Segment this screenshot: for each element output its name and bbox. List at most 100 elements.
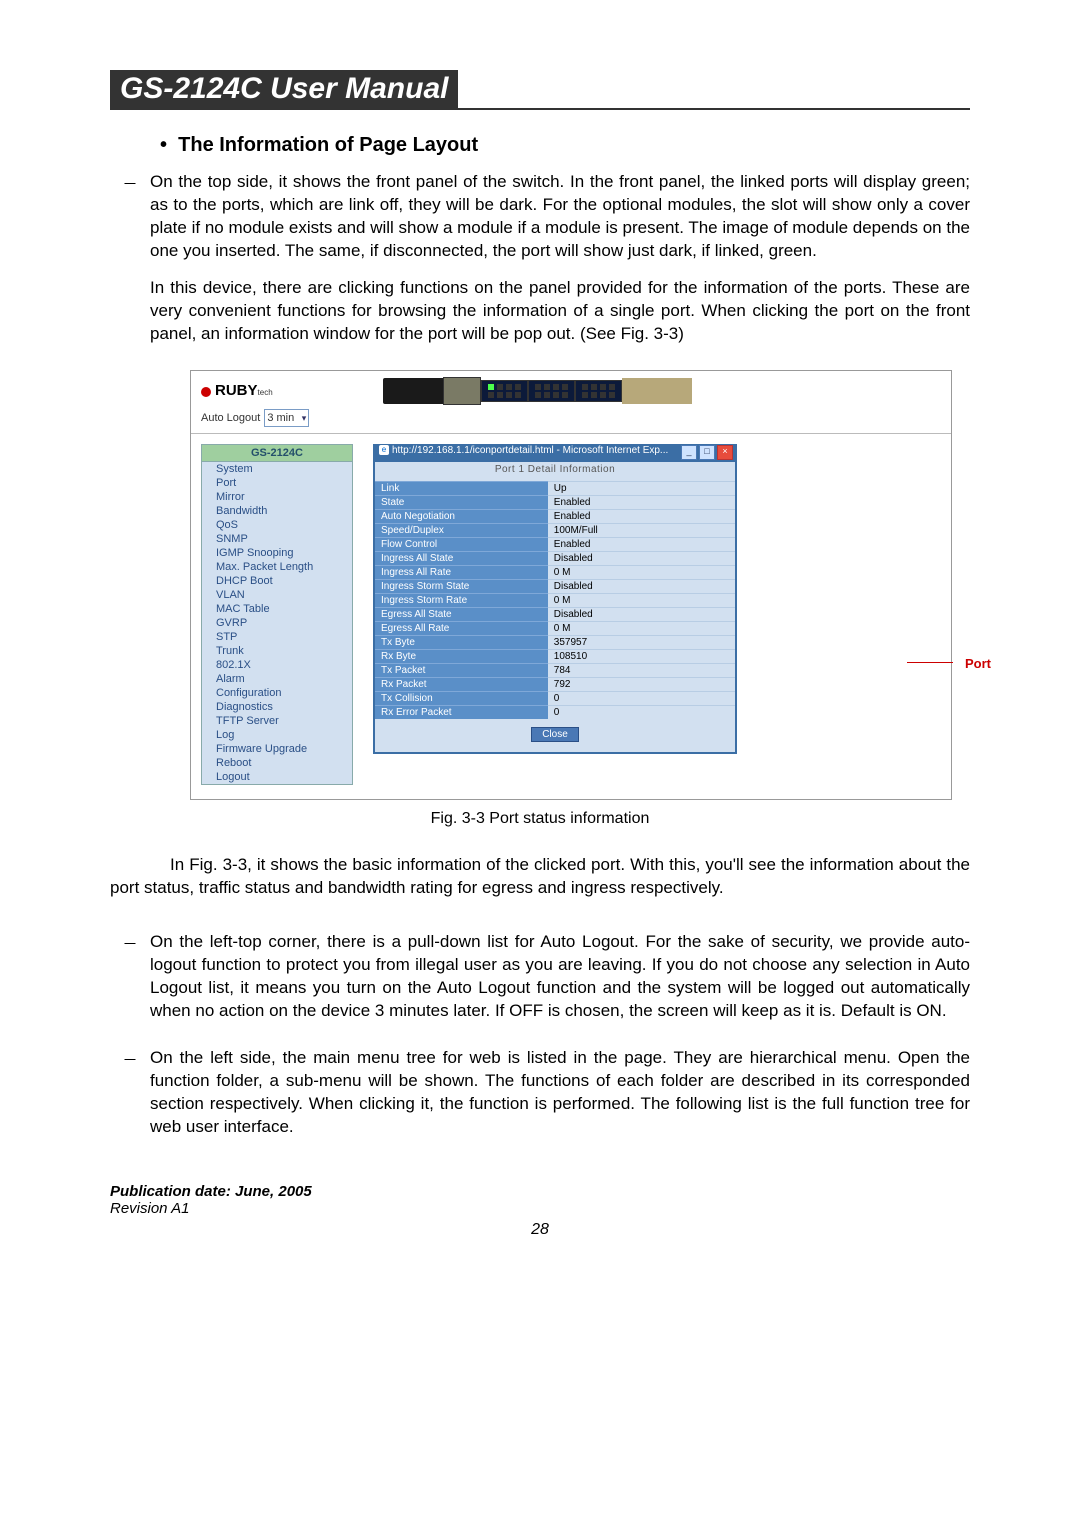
close-button[interactable]: Close xyxy=(531,727,579,742)
paragraph-2: In this device, there are clicking funct… xyxy=(150,277,970,346)
table-row: Auto NegotiationEnabled xyxy=(375,509,735,523)
kv-key: Ingress All State xyxy=(375,551,548,565)
kv-value: Up xyxy=(548,481,735,495)
sidebar-item[interactable]: Reboot xyxy=(202,756,352,770)
bullet: • xyxy=(160,134,167,156)
paragraph-4: On the left-top corner, there is a pull-… xyxy=(150,931,970,1023)
ie-titlebar: e http://192.168.1.1/iconportdetail.html… xyxy=(379,445,668,456)
switch-front-panel[interactable] xyxy=(383,377,692,405)
dash-bullet: ⎯ xyxy=(110,171,150,360)
sidebar-item[interactable]: SNMP xyxy=(202,532,352,546)
paragraph-3: In Fig. 3-3, it shows the basic informat… xyxy=(110,854,970,900)
section-title-text: The Information of Page Layout xyxy=(178,134,478,156)
screenshot-frame: RUBYtech xyxy=(190,370,952,800)
port-detail-window: e http://192.168.1.1/iconportdetail.html… xyxy=(373,444,737,754)
table-row: Tx Collision0 xyxy=(375,691,735,705)
kv-key: Egress All State xyxy=(375,607,548,621)
kv-value: 108510 xyxy=(548,649,735,663)
section-heading: • The Information of Page Layout xyxy=(160,134,970,157)
sidebar-item[interactable]: GVRP xyxy=(202,616,352,630)
ie-icon: e xyxy=(379,445,389,455)
window-maximize-button[interactable]: □ xyxy=(699,445,715,460)
kv-key: Link xyxy=(375,481,548,495)
table-row: Flow ControlEnabled xyxy=(375,537,735,551)
kv-key: State xyxy=(375,495,548,509)
table-row: Ingress All Rate0 M xyxy=(375,565,735,579)
table-row: Rx Byte108510 xyxy=(375,649,735,663)
sidebar-item[interactable]: DHCP Boot xyxy=(202,574,352,588)
port-detail-table: LinkUpStateEnabledAuto NegotiationEnable… xyxy=(375,481,735,719)
kv-value: Enabled xyxy=(548,509,735,523)
kv-value: Enabled xyxy=(548,537,735,551)
table-row: Ingress All StateDisabled xyxy=(375,551,735,565)
table-row: Egress All Rate0 M xyxy=(375,621,735,635)
sidebar-menu: GS-2124C SystemPortMirrorBandwidthQoSSNM… xyxy=(201,444,353,785)
kv-value: 0 xyxy=(548,705,735,719)
table-row: Ingress Storm Rate0 M xyxy=(375,593,735,607)
paragraph-1: On the top side, it shows the front pane… xyxy=(150,171,970,263)
kv-value: 0 M xyxy=(548,593,735,607)
kv-value: 100M/Full xyxy=(548,523,735,537)
dash-bullet: ⎯ xyxy=(110,1047,150,1153)
sidebar-item[interactable]: 802.1X xyxy=(202,658,352,672)
kv-key: Rx Byte xyxy=(375,649,548,663)
window-close-button[interactable]: × xyxy=(717,445,733,460)
sidebar-item[interactable]: Logout xyxy=(202,770,352,784)
table-row: Ingress Storm StateDisabled xyxy=(375,579,735,593)
kv-value: 0 M xyxy=(548,621,735,635)
table-row: Tx Packet784 xyxy=(375,663,735,677)
sidebar-item[interactable]: Alarm xyxy=(202,672,352,686)
kv-key: Tx Collision xyxy=(375,691,548,705)
sidebar-item[interactable]: IGMP Snooping xyxy=(202,546,352,560)
sidebar-item[interactable]: Max. Packet Length xyxy=(202,560,352,574)
sidebar-item[interactable]: Bandwidth xyxy=(202,504,352,518)
ports-group-2[interactable] xyxy=(528,380,575,402)
kv-value: Enabled xyxy=(548,495,735,509)
ports-group-3[interactable] xyxy=(575,380,622,402)
detail-inner-title: Port 1 Detail Information xyxy=(375,462,735,481)
figure-3-3: RUBYtech xyxy=(190,370,970,800)
auto-logout-select[interactable]: 3 min xyxy=(264,409,309,427)
sidebar-item[interactable]: VLAN xyxy=(202,588,352,602)
sidebar-item[interactable]: Mirror xyxy=(202,490,352,504)
figure-caption: Fig. 3-3 Port status information xyxy=(110,810,970,828)
page-number: 28 xyxy=(110,1221,970,1239)
kv-key: Egress All Rate xyxy=(375,621,548,635)
sidebar-item[interactable]: TFTP Server xyxy=(202,714,352,728)
kv-key: Ingress Storm Rate xyxy=(375,593,548,607)
table-row: Egress All StateDisabled xyxy=(375,607,735,621)
sidebar-item[interactable]: MAC Table xyxy=(202,602,352,616)
kv-value: 0 M xyxy=(548,565,735,579)
sidebar-item[interactable]: Diagnostics xyxy=(202,700,352,714)
kv-key: Tx Byte xyxy=(375,635,548,649)
kv-value: 0 xyxy=(548,691,735,705)
paragraph-5: On the left side, the main menu tree for… xyxy=(150,1047,970,1139)
table-row: StateEnabled xyxy=(375,495,735,509)
annotation-port-label: Port xyxy=(965,656,991,671)
kv-key: Ingress Storm State xyxy=(375,579,548,593)
publication-date: Publication date: June, 2005 xyxy=(110,1183,970,1200)
sidebar-item[interactable]: STP xyxy=(202,630,352,644)
sidebar-item[interactable]: Log xyxy=(202,728,352,742)
table-row: Tx Byte357957 xyxy=(375,635,735,649)
kv-value: Disabled xyxy=(548,551,735,565)
ruby-logo: RUBYtech xyxy=(201,382,273,399)
annotation-line xyxy=(907,662,953,663)
kv-key: Tx Packet xyxy=(375,663,548,677)
kv-value: 784 xyxy=(548,663,735,677)
sidebar-item[interactable]: Port xyxy=(202,476,352,490)
sidebar-item[interactable]: QoS xyxy=(202,518,352,532)
ports-group-1[interactable] xyxy=(481,380,528,402)
dash-bullet: ⎯ xyxy=(110,931,150,1037)
sidebar-item[interactable]: Trunk xyxy=(202,644,352,658)
sidebar-item[interactable]: System xyxy=(202,462,352,476)
kv-value: Disabled xyxy=(548,607,735,621)
table-row: Speed/Duplex100M/Full xyxy=(375,523,735,537)
ie-title-text: http://192.168.1.1/iconportdetail.html -… xyxy=(392,445,668,456)
sidebar-item[interactable]: Firmware Upgrade xyxy=(202,742,352,756)
kv-value: 357957 xyxy=(548,635,735,649)
kv-key: Rx Packet xyxy=(375,677,548,691)
sidebar-item[interactable]: Configuration xyxy=(202,686,352,700)
publication-info: Publication date: June, 2005 Revision A1 xyxy=(110,1183,970,1217)
window-minimize-button[interactable]: _ xyxy=(681,445,697,460)
